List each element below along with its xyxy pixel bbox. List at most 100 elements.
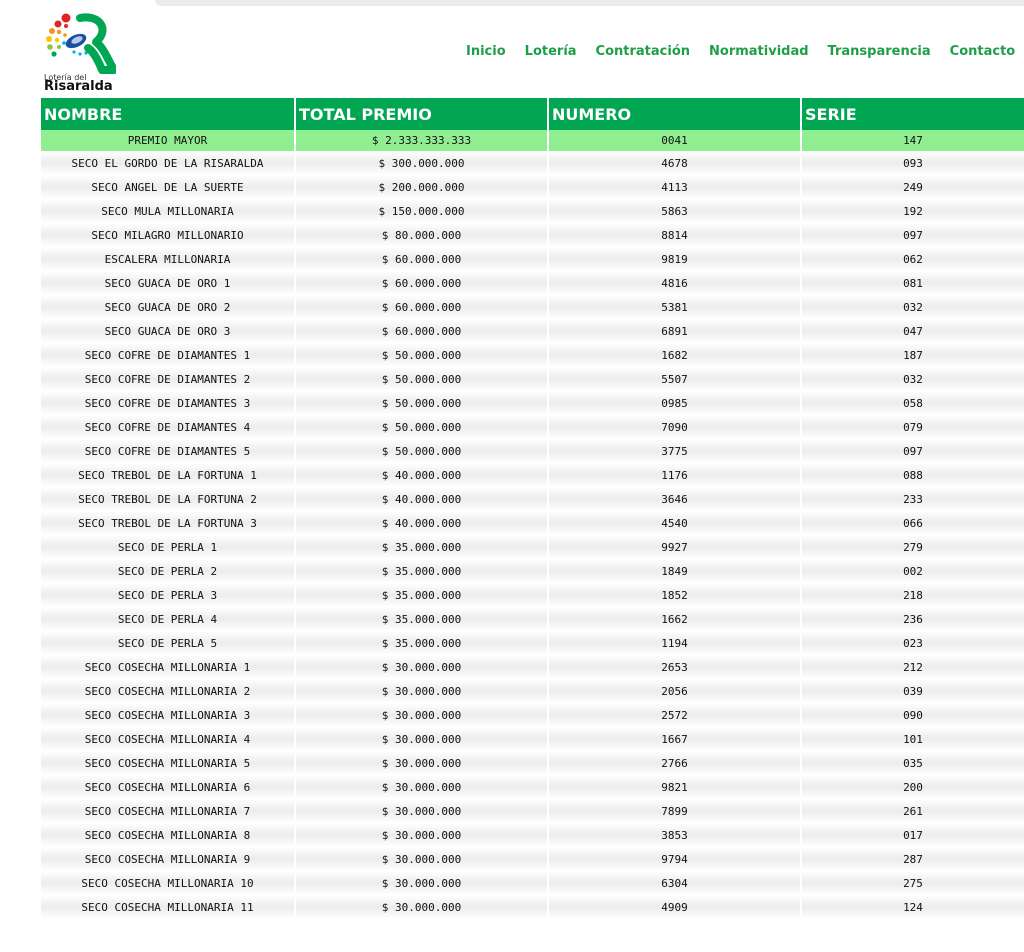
cell-serie: 097 [800, 439, 1024, 463]
nav-transparencia[interactable]: Transparencia [828, 44, 931, 64]
nav-normatividad[interactable]: Normatividad [709, 44, 809, 64]
cell-nombre: SECO COFRE DE DIAMANTES 1 [41, 343, 295, 367]
cell-serie: 066 [800, 511, 1024, 535]
cell-nombre: PREMIO MAYOR [41, 130, 295, 151]
cell-total-premio: $ 30.000.000 [294, 799, 548, 823]
main-nav: Inicio Lotería Contratación Normatividad… [466, 44, 1015, 64]
cell-nombre: SECO COSECHA MILLONARIA 6 [41, 775, 295, 799]
table-row: SECO COSECHA MILLONARIA 2 $ 30.000.000 205… [41, 679, 1024, 703]
table-header-row: NOMBRE TOTAL PREMIO NUMERO SERIE [41, 98, 1024, 130]
cell-numero: 5863 [547, 199, 801, 223]
cell-numero: 2572 [547, 703, 801, 727]
col-header-serie: SERIE [800, 98, 1024, 130]
cell-serie: 147 [800, 130, 1024, 151]
table-body: PREMIO MAYOR $ 2.333.333.333 0041 147 SECO E… [41, 130, 1024, 919]
table-row: SECO GUACA DE ORO 3 $ 60.000.000 6891 047 [41, 319, 1024, 343]
nav-inicio[interactable]: Inicio [466, 44, 506, 64]
table-row: SECO COSECHA MILLONARIA 4 $ 30.000.000 166… [41, 727, 1024, 751]
cell-numero: 1662 [547, 607, 801, 631]
table-row: SECO TREBOL DE LA FORTUNA 3 $ 40.000.000 4… [41, 511, 1024, 535]
col-header-numero: NUMERO [547, 98, 801, 130]
cell-numero: 2653 [547, 655, 801, 679]
cell-nombre: SECO TREBOL DE LA FORTUNA 2 [41, 487, 295, 511]
cell-nombre: SECO COSECHA MILLONARIA 9 [41, 847, 295, 871]
cell-serie: 218 [800, 583, 1024, 607]
table-row: SECO TREBOL DE LA FORTUNA 1 $ 40.000.000 1… [41, 463, 1024, 487]
cell-total-premio: $ 30.000.000 [294, 655, 548, 679]
cell-nombre: SECO DE PERLA 1 [41, 535, 295, 559]
cell-serie: 062 [800, 247, 1024, 271]
cell-serie: 261 [800, 799, 1024, 823]
cell-total-premio: $ 35.000.000 [294, 559, 548, 583]
cell-numero: 7899 [547, 799, 801, 823]
cell-numero: 7090 [547, 415, 801, 439]
cell-serie: 047 [800, 319, 1024, 343]
cell-serie: 023 [800, 631, 1024, 655]
cell-total-premio: $ 150.000.000 [294, 199, 548, 223]
cell-total-premio: $ 80.000.000 [294, 223, 548, 247]
cell-numero: 3775 [547, 439, 801, 463]
table-row: SECO COFRE DE DIAMANTES 5 $ 50.000.000 377… [41, 439, 1024, 463]
cell-serie: 079 [800, 415, 1024, 439]
cell-total-premio: $ 60.000.000 [294, 271, 548, 295]
cell-nombre: SECO DE PERLA 2 [41, 559, 295, 583]
cell-total-premio: $ 30.000.000 [294, 895, 548, 919]
cell-numero: 9927 [547, 535, 801, 559]
logo-icon [46, 13, 118, 74]
cell-serie: 192 [800, 199, 1024, 223]
table-row: SECO ANGEL DE LA SUERTE $ 200.000.000 4113… [41, 175, 1024, 199]
cell-total-premio: $ 35.000.000 [294, 535, 548, 559]
cell-nombre: SECO COFRE DE DIAMANTES 2 [41, 367, 295, 391]
cell-nombre: SECO TREBOL DE LA FORTUNA 1 [41, 463, 295, 487]
cell-serie: 124 [800, 895, 1024, 919]
cell-nombre: SECO DE PERLA 4 [41, 607, 295, 631]
cell-numero: 6304 [547, 871, 801, 895]
cell-nombre: SECO EL GORDO DE LA RISARALDA [41, 151, 295, 175]
cell-numero: 8814 [547, 223, 801, 247]
cell-total-premio: $ 50.000.000 [294, 343, 548, 367]
table-row: SECO COSECHA MILLONARIA 1 $ 30.000.000 265… [41, 655, 1024, 679]
cell-nombre: SECO COSECHA MILLONARIA 1 [41, 655, 295, 679]
cell-serie: 275 [800, 871, 1024, 895]
cell-total-premio: $ 200.000.000 [294, 175, 548, 199]
logo-text-big: Risaralda [44, 79, 113, 94]
cell-total-premio: $ 60.000.000 [294, 319, 548, 343]
cell-serie: 236 [800, 607, 1024, 631]
nav-contacto[interactable]: Contacto [950, 44, 1016, 64]
cell-numero: 4113 [547, 175, 801, 199]
nav-loteria[interactable]: Lotería [525, 44, 577, 64]
cell-numero: 5381 [547, 295, 801, 319]
cell-serie: 097 [800, 223, 1024, 247]
cell-numero: 9794 [547, 847, 801, 871]
table-row: SECO COSECHA MILLONARIA 10 $ 30.000.000 63… [41, 871, 1024, 895]
cell-total-premio: $ 50.000.000 [294, 391, 548, 415]
table-row: SECO DE PERLA 4 $ 35.000.000 1662 236 [41, 607, 1024, 631]
table-row: ESCALERA MILLONARIA $ 60.000.000 9819 062 [41, 247, 1024, 271]
cell-serie: 035 [800, 751, 1024, 775]
cell-numero: 4540 [547, 511, 801, 535]
cell-total-premio: $ 35.000.000 [294, 583, 548, 607]
cell-nombre: SECO COSECHA MILLONARIA 11 [41, 895, 295, 919]
cell-serie: 093 [800, 151, 1024, 175]
table-row: SECO COFRE DE DIAMANTES 2 $ 50.000.000 550… [41, 367, 1024, 391]
cell-serie: 032 [800, 367, 1024, 391]
cell-total-premio: $ 50.000.000 [294, 415, 548, 439]
nav-contratacion[interactable]: Contratación [596, 44, 690, 64]
cell-serie: 032 [800, 295, 1024, 319]
cell-numero: 1849 [547, 559, 801, 583]
cell-nombre: SECO DE PERLA 5 [41, 631, 295, 655]
cell-nombre: SECO COSECHA MILLONARIA 10 [41, 871, 295, 895]
cell-nombre: ESCALERA MILLONARIA [41, 247, 295, 271]
cell-nombre: SECO GUACA DE ORO 3 [41, 319, 295, 343]
cell-nombre: SECO COFRE DE DIAMANTES 5 [41, 439, 295, 463]
cell-total-premio: $ 30.000.000 [294, 727, 548, 751]
cell-serie: 101 [800, 727, 1024, 751]
cell-serie: 058 [800, 391, 1024, 415]
cell-numero: 4816 [547, 271, 801, 295]
cell-nombre: SECO COFRE DE DIAMANTES 4 [41, 415, 295, 439]
cell-total-premio: $ 60.000.000 [294, 247, 548, 271]
table-row-premio-mayor: PREMIO MAYOR $ 2.333.333.333 0041 147 [41, 130, 1024, 151]
cell-numero: 4678 [547, 151, 801, 175]
cell-total-premio: $ 30.000.000 [294, 703, 548, 727]
table-row: SECO COSECHA MILLONARIA 9 $ 30.000.000 979… [41, 847, 1024, 871]
